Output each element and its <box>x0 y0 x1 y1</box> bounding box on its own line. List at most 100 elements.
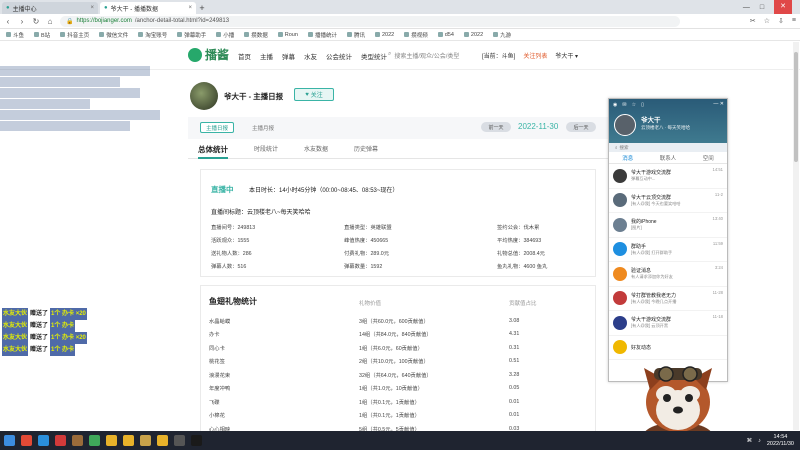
table-row: 小棉花 1组（共0.1元，1贡献值） 0.01 <box>209 409 589 423</box>
site-logo[interactable]: 播酱 <box>188 46 229 63</box>
cut-icon[interactable]: ✂ <box>750 17 756 25</box>
star-icon[interactable]: ☆ <box>632 102 636 108</box>
qq-tab[interactable]: 消息 <box>622 154 633 162</box>
table-row: 同心卡 1组（共6.0元，60贡献值） 0.31 <box>209 341 589 355</box>
bookmark-item[interactable]: 腾讯 <box>346 31 365 39</box>
tab-1[interactable]: 时段统计 <box>254 143 278 159</box>
report-card: 主播日报 主播月报 前一天 2022-11-30 后一天 总体统计 时段统计 水友数… <box>188 117 608 437</box>
list-item[interactable]: 爷大干游戏交流群 [有人@我] 云顶开黑 11-18 <box>609 311 727 336</box>
mail-icon[interactable]: ✉ <box>622 102 626 108</box>
home-icon[interactable]: ⌂ <box>46 17 54 26</box>
qq-tab[interactable]: 空间 <box>703 154 714 162</box>
nav-item[interactable]: 公会统计 <box>326 51 352 61</box>
bookmark-item[interactable]: 小播 <box>216 31 234 39</box>
forward-icon[interactable]: › <box>18 17 26 26</box>
qq-search[interactable]: ⌕ 搜索 <box>609 143 727 152</box>
avatar[interactable] <box>190 82 218 110</box>
bookmark-item[interactable]: 攒数据 <box>244 31 268 39</box>
bookmark-item[interactable]: 抖音主页 <box>60 31 89 39</box>
gift-table-header: 鱼翅礼物统计 礼物价值 贡献值占比 <box>209 296 589 307</box>
close-window-icon[interactable]: ✕ <box>774 0 792 14</box>
list-item[interactable]: 我的iPhone [图片] 13:40 <box>609 213 727 238</box>
close-tab-icon[interactable]: × <box>90 5 94 11</box>
browser-tab[interactable]: ● 主播中心 × <box>2 2 98 14</box>
minimize-icon[interactable]: — <box>743 4 750 11</box>
tab-monthly-report[interactable]: 主播月报 <box>246 122 280 133</box>
follow-button[interactable]: ♥ 关注 <box>294 88 334 101</box>
report-date[interactable]: 2022-11-30 <box>518 122 558 131</box>
network-icon[interactable]: ⌘ <box>747 438 753 444</box>
bookmark-item[interactable]: 斗鱼 <box>6 31 24 39</box>
url-field[interactable]: 🔒 https://bojianger.com/anchor-detail-to… <box>60 15 680 27</box>
bookmark-item[interactable]: Roun <box>277 31 298 38</box>
qq-window-controls[interactable]: — ✕ <box>713 101 724 107</box>
user-menu[interactable]: 爷大干 ▾ <box>555 51 578 60</box>
message-meta: 验证消息 有人请求添加你为好友 <box>631 267 727 280</box>
bookmark-item[interactable]: 2022 <box>374 32 394 38</box>
tab-3[interactable]: 历史弹幕 <box>354 143 378 159</box>
tab-0[interactable]: 总体统计 <box>198 143 228 159</box>
browser-tab-active[interactable]: ● 爷大干 - 播播数据 × <box>100 2 196 14</box>
bookmark-item[interactable]: B站 <box>34 31 50 39</box>
folder-icon[interactable] <box>123 435 134 446</box>
bookmark-item[interactable]: 九游 <box>493 31 511 39</box>
bookmark-item[interactable]: d54 <box>437 32 454 38</box>
app-icon[interactable] <box>55 435 66 446</box>
browser-icon[interactable] <box>21 435 32 446</box>
next-day-button[interactable]: 后一天 <box>566 122 596 132</box>
new-tab-button[interactable]: + <box>196 2 208 14</box>
app-icon[interactable] <box>72 435 83 446</box>
menu-icon[interactable]: ≡ <box>792 17 796 25</box>
volume-icon[interactable]: ♪ <box>758 438 761 444</box>
platform-selector[interactable]: [当前：斗鱼] <box>482 51 515 60</box>
list-item[interactable]: 爷大干游戏交流群 弹幕互动中... 14:51 <box>609 164 727 189</box>
qq-icon[interactable] <box>191 435 202 446</box>
app-icon[interactable] <box>140 435 151 446</box>
prev-day-button[interactable]: 前一天 <box>481 122 511 132</box>
star-icon[interactable]: ☆ <box>764 17 770 25</box>
bookmark-item[interactable]: 微信文件 <box>99 31 128 39</box>
download-icon[interactable]: ⇩ <box>778 17 784 25</box>
app-icon[interactable] <box>89 435 100 446</box>
nav-item[interactable]: 水友 <box>304 51 317 61</box>
list-item[interactable]: 群助手 [有人@我] 打开群助手 11:59 <box>609 238 727 262</box>
nav-item[interactable]: 弹幕 <box>282 51 295 61</box>
media-icon[interactable] <box>38 435 49 446</box>
bookmark-item[interactable]: 播播统计 <box>307 31 337 39</box>
bookmark-item[interactable]: 2022 <box>463 32 483 38</box>
nav-item[interactable]: 类型统计 <box>361 51 387 61</box>
nav-item[interactable]: 首页 <box>238 51 251 61</box>
tab-daily-report[interactable]: 主播日报 <box>200 122 234 133</box>
qq-avatar[interactable] <box>614 114 636 136</box>
maximize-icon[interactable]: □ <box>760 4 764 11</box>
bookmark-item[interactable]: 弹幕助手 <box>177 31 206 39</box>
close-tab-icon[interactable]: × <box>188 5 192 11</box>
bookmark-label: Roun <box>284 31 298 38</box>
folder-icon[interactable] <box>157 435 168 446</box>
follow-label: 关注 <box>310 93 323 99</box>
list-item[interactable]: 爷大干云顶交流群 [有人@我] 今天也要笑哈哈 11-2 <box>609 189 727 213</box>
site-search[interactable]: ⌕ 搜索主播/观众/公会/类型 <box>388 51 459 60</box>
system-clock[interactable]: 14:54 2022/11/30 <box>767 434 794 447</box>
list-item[interactable]: 爷打群管教我老无力 [有人@我] 今晚几点开播 11-28 <box>609 287 727 311</box>
feed-action: 赠送了 <box>30 323 49 329</box>
page-scrollbar[interactable] <box>793 42 799 430</box>
start-icon[interactable] <box>4 435 15 446</box>
tab-2[interactable]: 水友数据 <box>304 143 328 159</box>
folder-icon[interactable] <box>106 435 117 446</box>
back-icon[interactable]: ‹ <box>4 17 12 26</box>
bookmark-item[interactable]: 攒视频 <box>404 31 428 39</box>
nav-item[interactable]: 主播 <box>260 51 273 61</box>
stat-item: 鱼丸礼物：4600 鱼丸 <box>497 264 548 270</box>
gift-value: 2组（共10.0元，100贡献值） <box>359 359 429 366</box>
reload-icon[interactable]: ↻ <box>32 17 40 26</box>
mobile-icon[interactable]: ▯ <box>641 102 644 108</box>
app-icon[interactable] <box>174 435 185 446</box>
favorites-link[interactable]: 关注列表 <box>523 51 547 60</box>
list-item[interactable]: 验证消息 有人请求添加你为好友 3:24 <box>609 262 727 287</box>
qq-tab[interactable]: 联系人 <box>660 154 677 162</box>
scrollbar-thumb[interactable] <box>794 52 798 162</box>
bookmark-item[interactable]: 淘宝账号 <box>138 31 167 39</box>
bookmark-favicon-icon <box>493 32 499 37</box>
qq-logo-icon[interactable]: ◉ <box>613 102 617 108</box>
